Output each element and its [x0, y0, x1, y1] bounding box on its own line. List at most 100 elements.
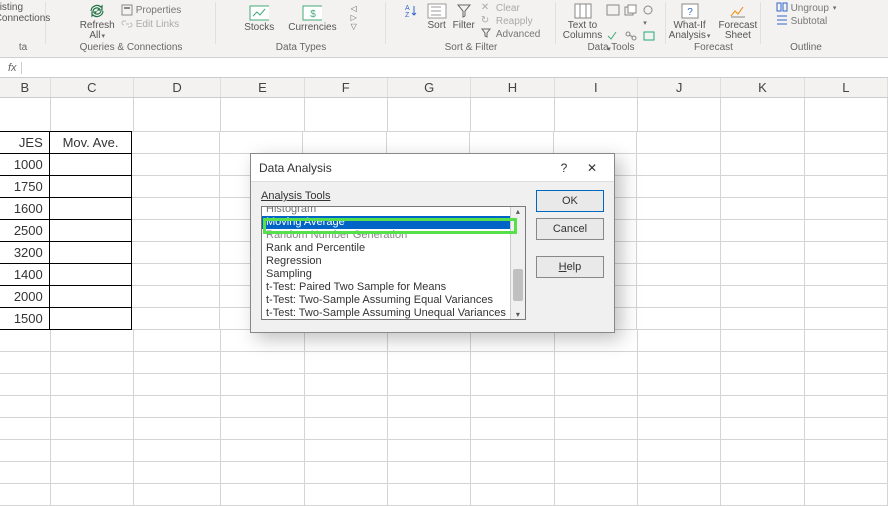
cell[interactable] — [221, 418, 304, 440]
listbox-item[interactable]: Random Number Generation — [262, 229, 510, 242]
cell[interactable] — [805, 396, 888, 418]
cell[interactable] — [805, 242, 888, 264]
cell[interactable] — [305, 440, 388, 462]
cell[interactable] — [221, 440, 304, 462]
column-header[interactable]: D — [134, 78, 221, 97]
cell[interactable] — [49, 241, 133, 264]
scroll-up-icon[interactable]: ▴ — [511, 207, 525, 216]
cell[interactable] — [721, 418, 804, 440]
cell[interactable] — [221, 462, 304, 484]
listbox-scrollbar[interactable]: ▴ ▾ — [510, 207, 525, 319]
cell[interactable] — [471, 418, 554, 440]
remove-dupes-icon[interactable] — [624, 4, 640, 28]
cell[interactable] — [387, 132, 471, 154]
refresh-all-button[interactable]: Refresh All — [80, 2, 115, 42]
cell[interactable] — [51, 98, 134, 132]
cell[interactable] — [805, 264, 888, 286]
cell[interactable] — [721, 198, 805, 220]
cell[interactable] — [638, 440, 721, 462]
cell[interactable] — [805, 418, 888, 440]
cell[interactable] — [134, 330, 221, 352]
cell[interactable] — [221, 484, 304, 506]
cell[interactable] — [134, 418, 221, 440]
cell[interactable] — [51, 352, 134, 374]
cell[interactable]: 2500 — [0, 219, 50, 242]
forecast-sheet-button[interactable]: Forecast Sheet — [718, 2, 757, 41]
column-header[interactable]: B — [0, 78, 51, 97]
datatypes-nav[interactable]: ◁ ▷ ▽ — [351, 4, 357, 31]
cell[interactable] — [721, 220, 805, 242]
cell[interactable] — [51, 462, 134, 484]
column-header[interactable]: J — [638, 78, 721, 97]
cell[interactable] — [721, 154, 805, 176]
cell[interactable] — [805, 198, 888, 220]
cell[interactable] — [555, 374, 638, 396]
cell[interactable] — [132, 220, 220, 242]
cell[interactable] — [220, 132, 304, 154]
cell[interactable]: 1500 — [0, 307, 50, 330]
cell[interactable] — [471, 98, 554, 132]
cell[interactable] — [49, 153, 133, 176]
stocks-button[interactable]: Stocks — [244, 4, 274, 33]
cell[interactable] — [49, 307, 133, 330]
cell[interactable] — [638, 396, 721, 418]
cell[interactable] — [637, 264, 721, 286]
cell[interactable] — [305, 352, 388, 374]
cell[interactable] — [51, 374, 134, 396]
cell[interactable] — [51, 330, 134, 352]
column-header[interactable]: G — [388, 78, 471, 97]
cell[interactable] — [805, 484, 888, 506]
cell[interactable] — [51, 484, 134, 506]
listbox-item[interactable]: Histogram — [262, 206, 510, 216]
scroll-down-icon[interactable]: ▾ — [511, 310, 525, 319]
text-to-columns-button[interactable]: Text to Columns — [563, 2, 602, 41]
cell[interactable] — [49, 219, 133, 242]
cell[interactable] — [638, 484, 721, 506]
cell[interactable] — [638, 462, 721, 484]
cell[interactable] — [721, 352, 804, 374]
cell[interactable] — [637, 286, 721, 308]
cell[interactable] — [805, 352, 888, 374]
formula-input[interactable] — [22, 59, 888, 77]
cell[interactable] — [388, 98, 471, 132]
reapply-button[interactable]: ↻Reapply — [481, 15, 540, 27]
cell[interactable] — [132, 176, 220, 198]
analysis-tools-listbox[interactable]: HistogramMoving AverageRandom Number Gen… — [261, 206, 526, 320]
edit-links-button[interactable]: Edit Links — [121, 18, 182, 30]
cell[interactable] — [388, 374, 471, 396]
cell[interactable] — [51, 418, 134, 440]
cell[interactable] — [388, 440, 471, 462]
column-header[interactable]: F — [305, 78, 388, 97]
close-button[interactable]: ✕ — [578, 161, 606, 175]
cell[interactable] — [554, 132, 638, 154]
help-titlebar-button[interactable]: ? — [550, 161, 578, 175]
column-header[interactable]: E — [221, 78, 304, 97]
cell[interactable] — [638, 98, 721, 132]
cell[interactable] — [0, 440, 51, 462]
cell[interactable] — [0, 484, 51, 506]
cell[interactable]: 1750 — [0, 175, 50, 198]
currencies-button[interactable]: $ Currencies — [288, 4, 336, 33]
cell[interactable] — [805, 462, 888, 484]
cell[interactable] — [132, 308, 220, 330]
whatif-button[interactable]: ? What-If Analysis — [669, 2, 711, 42]
cell[interactable] — [134, 462, 221, 484]
cell[interactable] — [638, 418, 721, 440]
cell[interactable] — [721, 462, 804, 484]
cell[interactable] — [134, 440, 221, 462]
cell[interactable] — [305, 396, 388, 418]
cell[interactable] — [221, 98, 304, 132]
cell[interactable] — [555, 484, 638, 506]
cell[interactable] — [721, 132, 805, 154]
cell[interactable] — [471, 462, 554, 484]
cell[interactable] — [305, 374, 388, 396]
cell[interactable] — [721, 440, 804, 462]
cell[interactable] — [721, 242, 805, 264]
cell[interactable] — [471, 352, 554, 374]
listbox-item[interactable]: t-Test: Paired Two Sample for Means — [262, 281, 510, 294]
cell[interactable] — [49, 175, 133, 198]
cell[interactable] — [51, 440, 134, 462]
cell[interactable]: 1400 — [0, 263, 50, 286]
listbox-item[interactable]: Regression — [262, 255, 510, 268]
ungroup-button[interactable]: Ungroup — [776, 2, 837, 14]
